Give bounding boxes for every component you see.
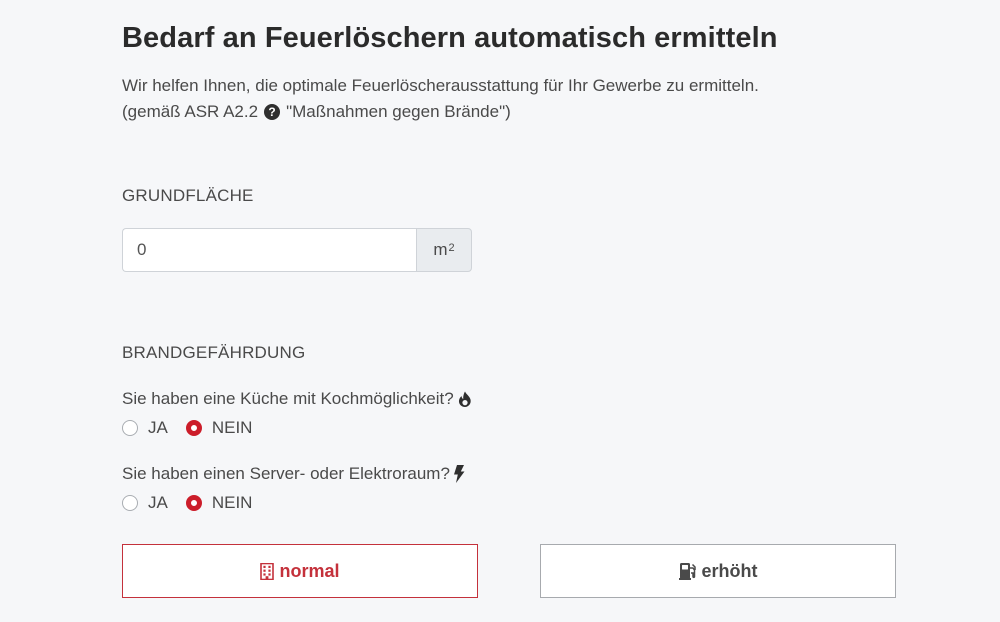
intro-line-1: Wir helfen Ihnen, die optimale Feuerlösc… [122,76,759,95]
intro-text: Wir helfen Ihnen, die optimale Feuerlösc… [122,73,759,125]
kitchen-question: Sie haben eine Küche mit Kochmöglichkeit… [122,389,473,409]
normal-risk-button-label: normal [279,560,340,581]
intro-asr-title: "Maßnahmen gegen Brände") [286,102,511,121]
server-room-radio-nein[interactable] [185,495,202,511]
server-room-radio-group: JA NEIN [122,493,270,513]
kitchen-radio-group: JA NEIN [122,418,270,438]
question-circle-icon[interactable]: ? [264,104,281,120]
bolt-icon [453,465,465,483]
fire-risk-section-label: BRANDGEFÄHRDUNG [122,343,306,362]
server-room-option-ja-label: JA [148,493,168,512]
server-room-question: Sie haben einen Server- oder Elektroraum… [122,464,465,484]
server-room-option-ja[interactable]: JA [122,493,168,513]
kitchen-option-ja-label: JA [148,418,168,437]
gas-pump-icon [678,563,696,580]
kitchen-question-text: Sie haben eine Küche mit Kochmöglichkeit… [122,389,454,408]
fire-icon [458,391,471,407]
server-room-option-nein[interactable]: NEIN [185,493,253,513]
intro-asr-reference: (gemäß ASR A2.2 [122,102,259,121]
area-unit-addon: m2 [416,228,472,272]
server-room-question-text: Sie haben einen Server- oder Elektroraum… [122,464,450,483]
kitchen-radio-ja[interactable] [122,420,138,436]
kitchen-option-nein[interactable]: NEIN [185,418,253,438]
area-input-group: m2 [122,228,472,272]
intro-line-2: (gemäß ASR A2.2 ? "Maßnahmen gegen Bränd… [122,99,759,125]
kitchen-radio-nein[interactable] [185,420,202,436]
area-section-label: GRUNDFLÄCHE [122,186,254,205]
area-input[interactable] [122,228,416,272]
building-icon [260,562,275,580]
server-room-option-nein-label: NEIN [211,493,253,512]
kitchen-option-ja[interactable]: JA [122,418,168,438]
increased-risk-button[interactable]: erhöht [540,544,896,598]
area-unit-exponent: 2 [448,242,455,254]
server-room-radio-ja[interactable] [122,495,138,511]
normal-risk-button[interactable]: normal [122,544,478,598]
page-title: Bedarf an Feuerlöschern automatisch ermi… [122,22,778,54]
area-unit-base: m [433,240,448,259]
kitchen-option-nein-label: NEIN [211,418,253,437]
increased-risk-button-label: erhöht [701,560,758,581]
